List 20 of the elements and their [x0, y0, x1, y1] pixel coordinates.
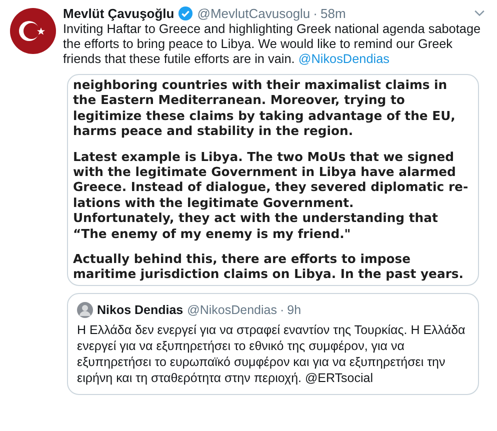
chevron-down-icon[interactable] [474, 10, 485, 17]
quoted-mention: @ERTsocial [304, 370, 374, 385]
mention-link[interactable]: @NikosDendias [298, 52, 390, 66]
quoted-tweet[interactable] [67, 292, 479, 395]
image-paragraph: neighboring countries with their maximalist claims in the Eastern Mediterranean. Moreover, trying to legitimize these claims by taking advantage of the EU, harms peace and stability in the region. [73, 77, 456, 139]
separator-dot: · [280, 302, 284, 317]
quoted-text: Η Ελλάδα δεν ενεργεί για να στραφεί εναντίον της Τουρκίας. Η Ελλάδα ενεργεί για να εξυπηρετήσει το εθνικό της συμφέρον, για να εξυπηρετήσει το ευρωπαϊκό συμφέρον και για να εξυπηρετήσει την ειρήνη και τη σταθερότητα στην περιοχή. @ERTsocial [77, 322, 466, 386]
separator-dot: · [313, 6, 318, 21]
quoted-time: 9h [287, 302, 302, 317]
image-paragraph: Latest example is Libya. The two MoUs that we signed with the legitimate Government in Libya have alarmed Greece. Instead of dialogue, they severed diplomatic re- lations with the legitimate Government. Unfortunately, they act with the understanding that “The enemy of my enemy is my friend." [73, 148, 470, 242]
flag-avatar-icon[interactable] [10, 8, 56, 54]
author-handle[interactable]: @MevlutCavusoglu [197, 6, 310, 21]
tweet-text: Inviting Haftar to Greece and highlighting Greek national agenda sabotage the efforts to bring peace to Libya. We would like to remind our Greek friends that these futile efforts are in vain. @NikosDendias [63, 22, 482, 67]
image-paragraph: Actually behind this, there are efforts to impose maritime jurisdiction claims on Libya. In the past years. [73, 251, 465, 282]
attached-image[interactable] [67, 74, 479, 286]
tweet-time[interactable]: 58m [320, 6, 346, 21]
quoted-author-name: Nikos Dendias [97, 302, 184, 317]
avatar-icon [77, 302, 93, 318]
quoted-handle: @NikosDendias [187, 302, 277, 317]
author-name[interactable]: Mevlüt Çavuşoğlu [63, 6, 174, 21]
